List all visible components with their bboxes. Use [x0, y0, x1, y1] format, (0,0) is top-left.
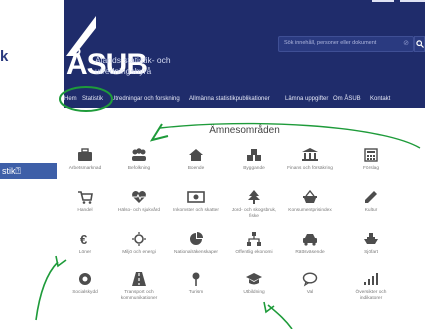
topic-label: Utbildning: [243, 290, 265, 295]
topic-miljo[interactable]: Miljö och energi: [115, 232, 163, 256]
topic-arbetsmarknad[interactable]: Arbetsmarknad: [61, 148, 109, 172]
svg-text:€: €: [80, 232, 87, 247]
tree-icon: [248, 190, 260, 204]
logo-name-line1: Ålands statistik- och: [95, 55, 171, 65]
logo-name-line2: utredningsbyrå: [95, 66, 152, 76]
cubes-icon: [247, 149, 261, 161]
topic-label: Löner: [78, 250, 92, 255]
search-input[interactable]: Sök innehåll, personer eller dokument ⊘: [278, 36, 414, 52]
topic-forslag[interactable]: Förslag: [347, 148, 395, 172]
cart-icon: [78, 191, 93, 204]
topic-label: Rättsväsende: [295, 250, 325, 255]
calculator-icon: [364, 148, 378, 162]
money-icon: [187, 191, 205, 203]
topic-label: Socialskydd: [72, 290, 98, 295]
topic-label: Översikter och indikatorer: [355, 290, 387, 301]
topic-nationalrakenskaper[interactable]: Nationalräkenskaper: [172, 232, 220, 256]
topic-label: Boende: [187, 166, 205, 171]
clear-icon[interactable]: ⊘: [403, 39, 409, 47]
topic-label: Miljö och energi: [122, 250, 156, 255]
search-button[interactable]: [414, 36, 425, 52]
topic-loner[interactable]: € Löner: [61, 232, 109, 256]
nav-item-publikationer[interactable]: Allmänna statistikpublikationer: [189, 96, 270, 102]
topic-socialskydd[interactable]: Socialskydd: [61, 272, 109, 296]
topic-label: Transport och kommunikationer: [120, 290, 158, 301]
top-link-bar[interactable]: [372, 0, 394, 2]
topic-boende[interactable]: Boende: [172, 148, 220, 172]
top-link-bar-2[interactable]: [400, 0, 425, 2]
logo-letters: ÅSUB: [66, 48, 148, 81]
annotation-arrow-to-loner: [35, 261, 59, 321]
topic-label: Offentlig ekonomi: [235, 250, 273, 255]
topic-turism[interactable]: Turism: [172, 272, 220, 296]
topic-handel[interactable]: Handel: [61, 190, 109, 214]
topic-kpi[interactable]: Konsumentprisindex: [286, 189, 334, 214]
nav-item-utredningar[interactable]: Utredningar och forskning: [111, 96, 180, 102]
left-tab-fragment[interactable]: stik⍰: [0, 163, 57, 179]
left-heading-fragment: k: [0, 48, 9, 65]
graduation-cap-icon: [246, 273, 262, 285]
ship-icon: [364, 233, 378, 244]
topic-label: Befolkning: [127, 166, 151, 171]
section-title: Ämnesområden: [209, 125, 280, 136]
nav-item-statistik[interactable]: Statistik: [82, 96, 103, 102]
sun-icon: [132, 232, 146, 246]
topic-label: Hälso- och sjukvård: [117, 208, 161, 213]
topic-jord-skog[interactable]: Jord- och skogsbruk, fiske: [230, 190, 278, 219]
pie-chart-icon: [190, 232, 203, 245]
sitemap-icon: [247, 232, 261, 246]
topic-label: Nationalräkenskaper: [174, 250, 218, 255]
topic-label: Finans och försäkring: [287, 166, 333, 171]
briefcase-icon: [78, 148, 92, 161]
topic-byggande[interactable]: Byggande: [230, 148, 278, 172]
annotation-arrowhead-utbildning: [263, 301, 275, 314]
topic-label: Förslag: [363, 166, 379, 171]
topic-label: Handel: [77, 208, 93, 213]
topic-oversikter[interactable]: Översikter och indikatorer: [347, 272, 395, 301]
topic-label: Jord- och skogsbruk, fiske: [231, 208, 277, 219]
annotation-arrowhead-loner: [55, 255, 67, 268]
topic-label: Kultur: [364, 208, 378, 213]
home-icon: [189, 149, 203, 161]
search-placeholder: Sök innehåll, personer eller dokument: [284, 40, 377, 46]
map-pin-icon: [192, 272, 200, 286]
topic-transport[interactable]: Transport och kommunikationer: [115, 272, 163, 301]
topic-utbildning[interactable]: Utbildning: [230, 272, 278, 296]
people-icon: [132, 148, 146, 161]
annotation-arrow-to-utbildning: [267, 304, 293, 329]
topic-offentlig-ekonomi[interactable]: Offentlig ekonomi: [230, 232, 278, 256]
basket-icon: [303, 189, 317, 203]
topic-sjofart[interactable]: Sjöfart: [347, 232, 395, 256]
nav-item-om-asub[interactable]: Om ÅSUB: [333, 96, 361, 102]
euro-icon: €: [80, 232, 87, 247]
topic-kultur[interactable]: Kultur: [347, 190, 395, 214]
topic-label: Arbetsmarknad: [68, 166, 102, 171]
topic-label: Byggande: [243, 166, 265, 171]
road-icon: [132, 272, 146, 286]
nav-item-lamna-uppgifter[interactable]: Lämna uppgifter: [285, 96, 328, 102]
screenshot-stage: { "side_fragments":{"left_heading_fragme…: [0, 0, 425, 329]
lifebuoy-icon: [79, 273, 91, 285]
topic-label: Inkomster och skatter: [173, 208, 219, 213]
car-icon: [303, 234, 317, 246]
topic-rattsvasende[interactable]: Rättsväsende: [286, 232, 334, 256]
topic-val[interactable]: Val: [286, 272, 334, 296]
nav-item-kontakt[interactable]: Kontakt: [370, 96, 390, 102]
topic-inkomster[interactable]: Inkomster och skatter: [172, 190, 220, 214]
bar-signal-icon: [364, 273, 378, 285]
topic-befolkning[interactable]: Befolkning: [115, 148, 163, 172]
topic-label: Turism: [188, 290, 204, 295]
topic-label: Sjöfart: [364, 250, 378, 255]
speech-bubble-icon: [302, 272, 318, 287]
topic-label: Konsumentprisindex: [288, 208, 332, 213]
topic-label: Val: [306, 290, 314, 295]
heartbeat-icon: [132, 191, 146, 203]
bank-icon: [302, 148, 318, 161]
topic-halso[interactable]: Hälso- och sjukvård: [115, 190, 163, 214]
pencil-icon: [365, 191, 377, 203]
nav-item-hem[interactable]: Hem: [64, 96, 77, 102]
search-icon: [415, 40, 424, 48]
topic-finans[interactable]: Finans och försäkring: [286, 148, 334, 172]
